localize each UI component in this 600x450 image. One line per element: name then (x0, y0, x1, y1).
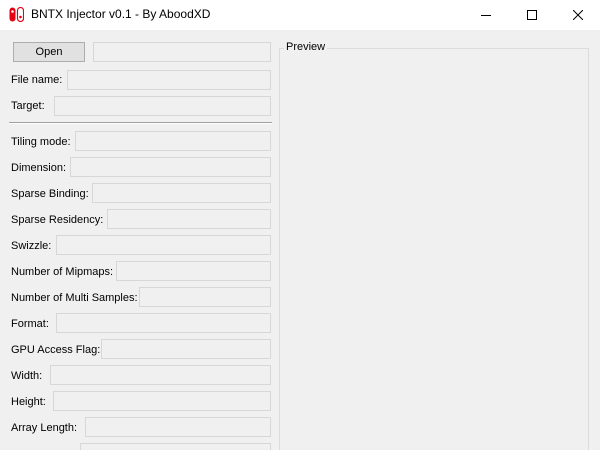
open-path-field[interactable] (93, 42, 271, 62)
app-window: BNTX Injector v0.1 - By AboodXD Open Fil… (0, 0, 600, 450)
height-label: Height: (11, 396, 46, 408)
separator (9, 122, 272, 124)
array-length-field[interactable] (85, 417, 271, 437)
format-label: Format: (11, 318, 49, 330)
file-name-field[interactable] (67, 70, 271, 90)
sparse-binding-label: Sparse Binding: (11, 188, 89, 200)
swizzle-field[interactable] (56, 235, 271, 255)
next-field-partial[interactable] (80, 443, 271, 450)
nintendo-switch-icon (9, 7, 24, 22)
sparse-binding-field[interactable] (92, 183, 271, 203)
tiling-mode-label: Tiling mode: (11, 136, 71, 148)
array-length-label: Array Length: (11, 422, 78, 434)
swizzle-label: Swizzle: (11, 240, 52, 252)
dimension-label: Dimension: (11, 162, 67, 174)
maximize-button[interactable] (509, 0, 555, 30)
multi-samples-label: Number of Multi Samples: (11, 292, 138, 304)
close-button[interactable] (555, 0, 600, 30)
gpu-access-flag-label: GPU Access Flag: (11, 344, 101, 356)
height-field[interactable] (53, 391, 271, 411)
width-field[interactable] (50, 365, 271, 385)
minimize-button[interactable] (463, 0, 509, 30)
target-field[interactable] (54, 96, 271, 116)
title-bar[interactable]: BNTX Injector v0.1 - By AboodXD (0, 0, 600, 30)
mipmaps-label: Number of Mipmaps: (11, 266, 114, 278)
window-title: BNTX Injector v0.1 - By AboodXD (31, 7, 211, 21)
dimension-field[interactable] (70, 157, 271, 177)
open-button[interactable]: Open (13, 42, 85, 62)
width-label: Width: (11, 370, 43, 382)
sparse-residency-field[interactable] (107, 209, 271, 229)
maximize-icon (527, 10, 537, 20)
target-label: Target: (11, 100, 45, 112)
gpu-access-flag-field[interactable] (101, 339, 271, 359)
mipmaps-field[interactable] (116, 261, 271, 281)
multi-samples-field[interactable] (139, 287, 271, 307)
sparse-residency-label: Sparse Residency: (11, 214, 104, 226)
format-field[interactable] (56, 313, 271, 333)
tiling-mode-field[interactable] (75, 131, 271, 151)
preview-panel (279, 48, 589, 450)
minimize-icon (481, 15, 491, 16)
close-icon (573, 10, 583, 20)
file-name-label: File name: (11, 74, 63, 86)
preview-title: Preview (284, 41, 328, 53)
